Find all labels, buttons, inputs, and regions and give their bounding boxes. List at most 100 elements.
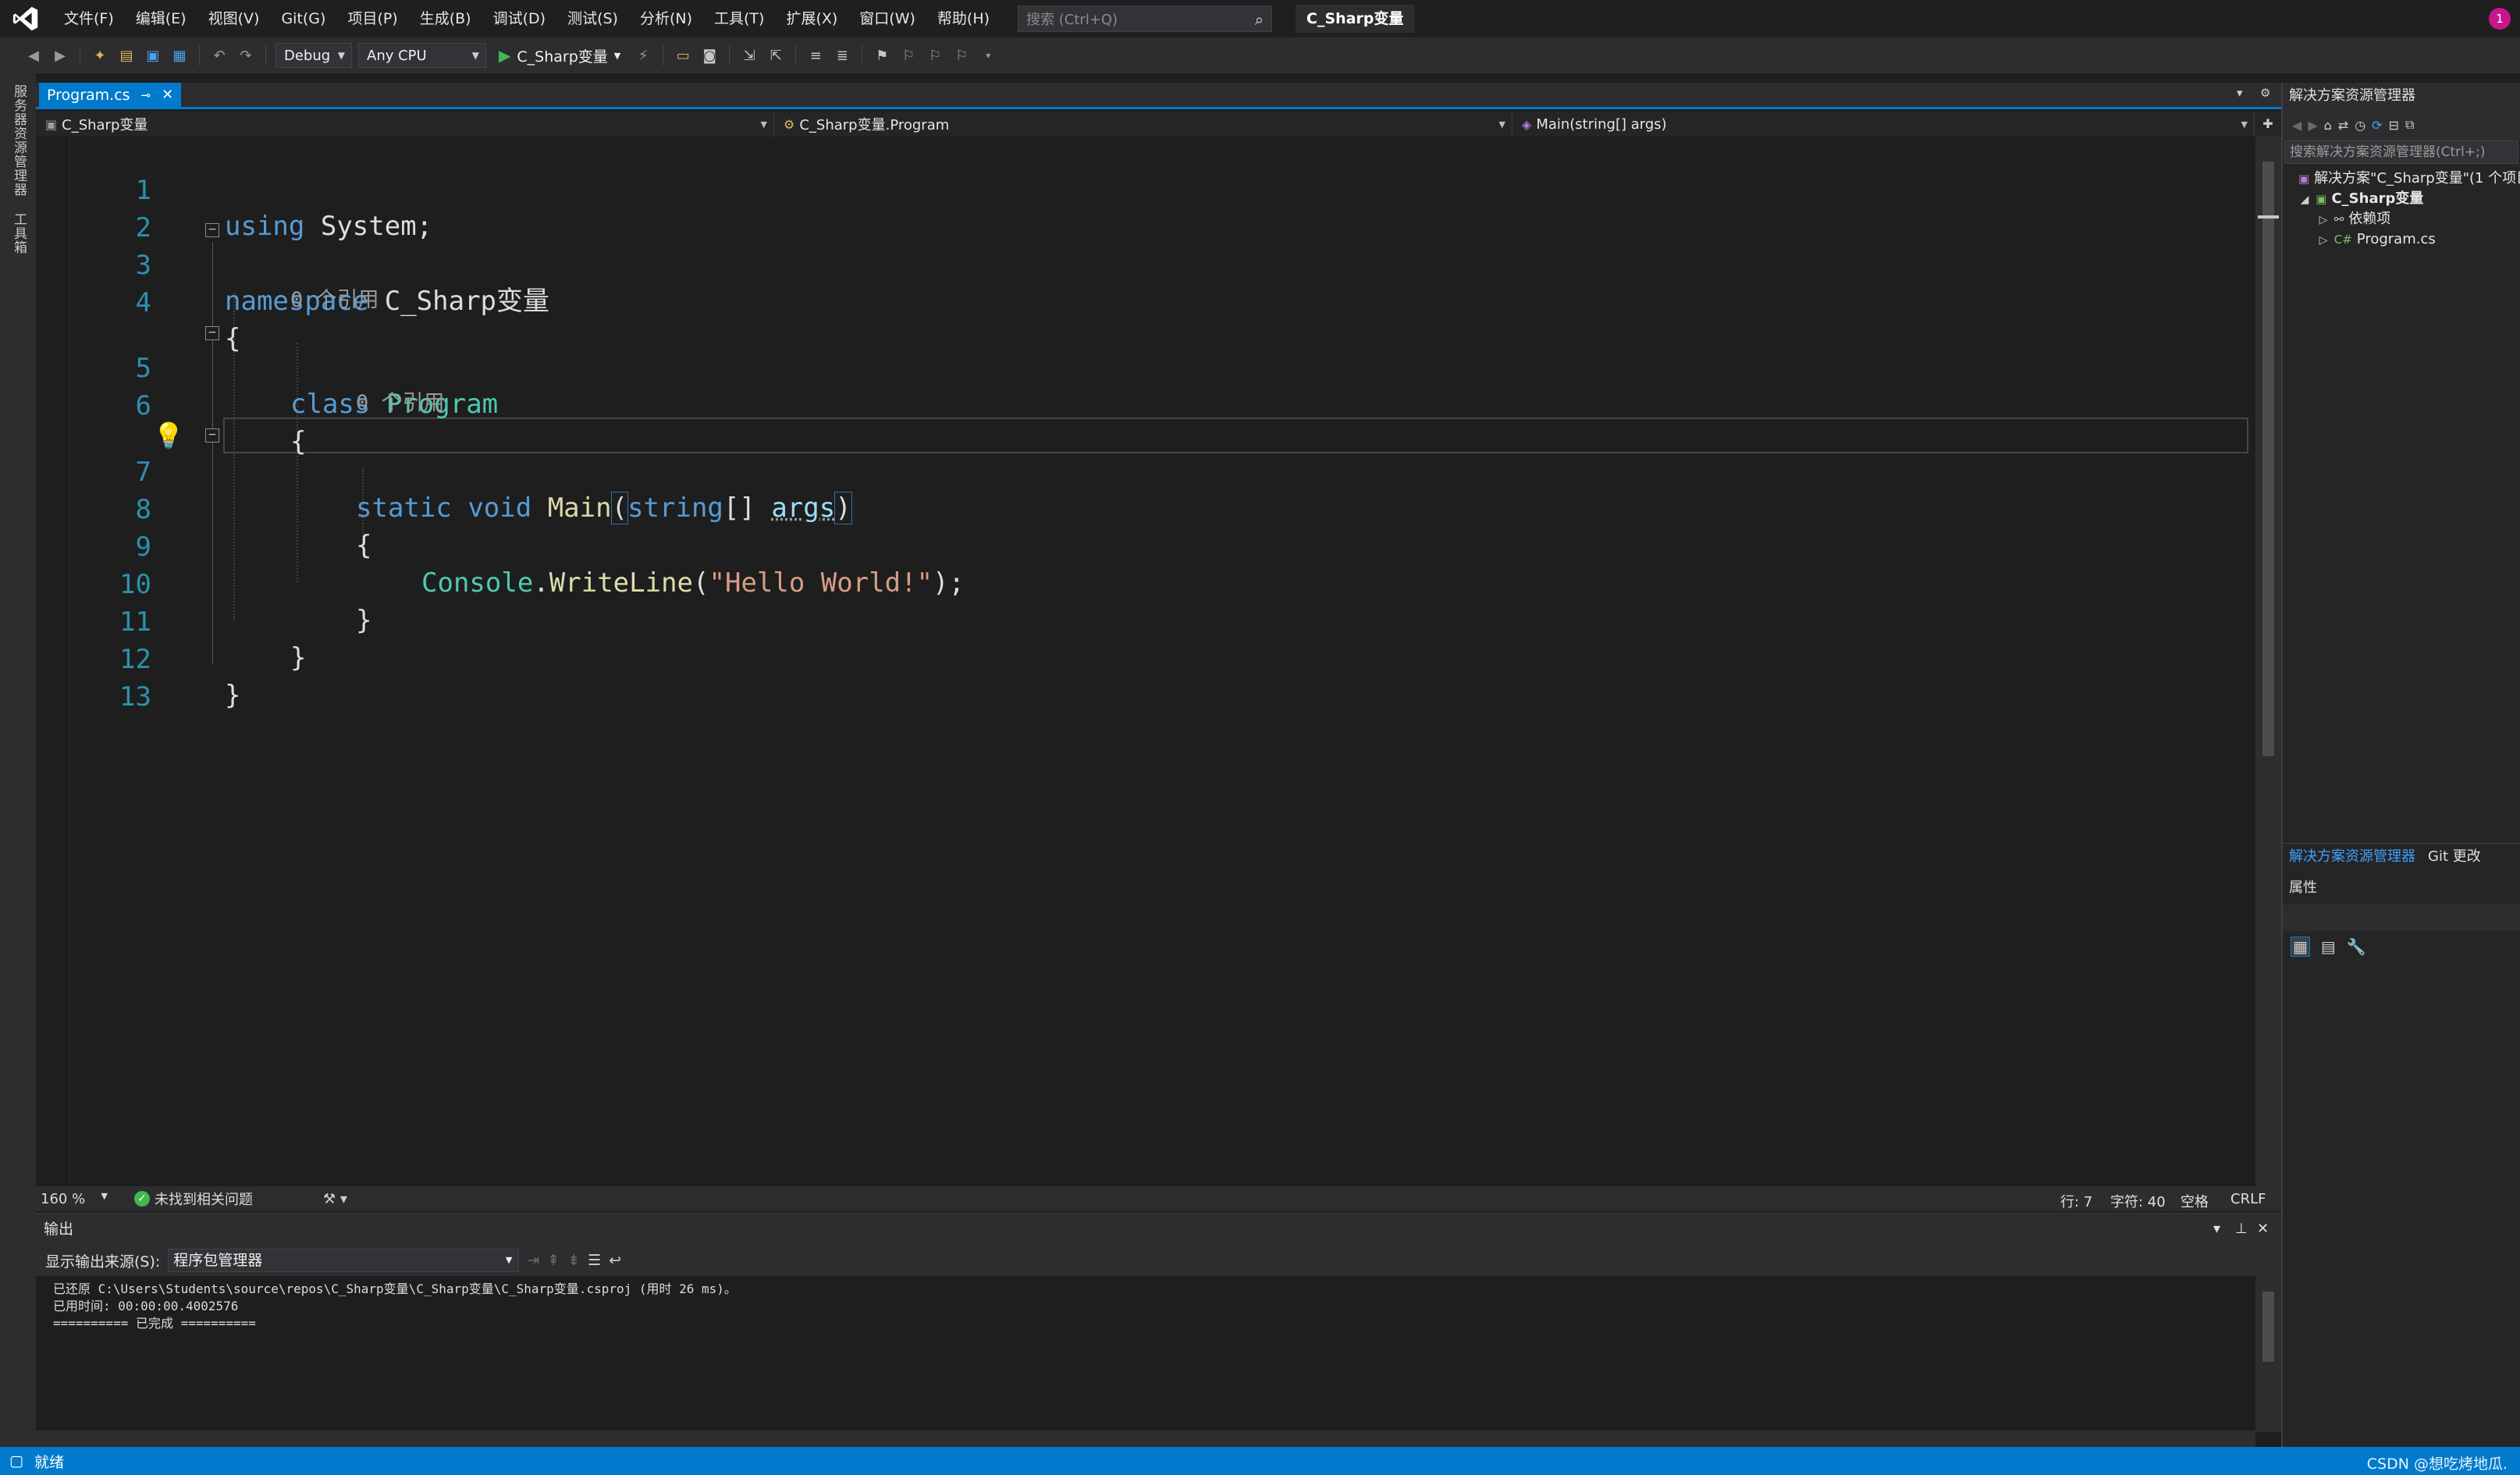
menu-git[interactable]: Git(G) [270, 0, 336, 37]
bookmark-icon[interactable]: ⚑ [872, 45, 892, 66]
line-indicator[interactable]: 行: 7 [2060, 1191, 2092, 1211]
menu-view[interactable]: 视图(V) [197, 0, 271, 37]
categorized-icon[interactable]: ▦ [2291, 937, 2310, 957]
clear-all-icon[interactable]: ☰ [588, 1252, 601, 1269]
editor-vertical-scrollbar[interactable] [2255, 137, 2281, 1186]
menu-debug[interactable]: 调试(D) [482, 0, 556, 37]
search-input[interactable]: 搜索 (Ctrl+Q) ⌕ [1018, 5, 1273, 32]
code-cleanup-icon[interactable]: ⚒ ▾ [323, 1191, 347, 1207]
save-all-icon[interactable]: ▦ [169, 45, 190, 66]
tab-program-cs[interactable]: Program.cs ⊸ ✕ [39, 83, 182, 107]
menu-window[interactable]: 窗口(W) [848, 0, 926, 37]
close-icon[interactable]: ✕ [2257, 1214, 2269, 1245]
project-dropdown[interactable]: ▣ C_Sharp变量 ▼ [36, 112, 774, 137]
whitespace-indicator[interactable]: 空格 [2181, 1191, 2209, 1211]
save-icon[interactable]: ▣ [143, 45, 163, 66]
new-item-icon[interactable]: ✦ [90, 45, 110, 66]
home-icon[interactable]: ⌂ [2324, 118, 2332, 133]
tree-node-solution[interactable]: ▣ 解决方案"C_Sharp变量"(1 个项目 [2283, 169, 2520, 189]
collapse-class-toggle[interactable]: − [205, 326, 219, 340]
codelens-references[interactable]: 0 个引用 [356, 389, 445, 418]
uncomment-icon[interactable]: ≣ [832, 45, 852, 66]
zoom-dropdown[interactable]: 160 % ▼ [36, 1191, 111, 1207]
clear-bookmarks-icon[interactable]: ⚐ [951, 45, 972, 66]
platform-dropdown[interactable]: Any CPU ▼ [358, 43, 486, 68]
output-vertical-scrollbar[interactable] [2255, 1276, 2281, 1432]
undo-icon[interactable]: ↶ [209, 45, 229, 66]
issues-indicator[interactable]: ✓ 未找到相关问题 [134, 1189, 253, 1209]
tree-node-dependencies[interactable]: ▷ ⚯ 依赖项 [2283, 209, 2520, 229]
back-icon[interactable]: ◀ [2292, 118, 2301, 133]
properties-object-dropdown[interactable] [2283, 905, 2520, 931]
notification-badge[interactable]: 1 [2489, 8, 2511, 30]
find-message-icon[interactable]: ⇥ [527, 1252, 539, 1269]
menu-project[interactable]: 项目(P) [336, 0, 408, 37]
toolbar-overflow-icon[interactable]: ▾ [978, 45, 998, 66]
visual-studio-logo-icon[interactable] [11, 4, 41, 34]
codelens-references[interactable]: 0 个引用 [290, 286, 379, 315]
open-file-icon[interactable]: ▤ [116, 45, 137, 66]
menu-extensions[interactable]: 扩展(X) [775, 0, 848, 37]
member-dropdown[interactable]: ◈ Main(string[] args) ▼ [1512, 112, 2255, 137]
menu-help[interactable]: 帮助(H) [926, 0, 1001, 37]
start-debugging-button[interactable]: ▶ C_Sharp变量 ▼ [492, 45, 627, 66]
menu-file[interactable]: 文件(F) [53, 0, 125, 37]
scrollbar-thumb[interactable] [2262, 162, 2274, 756]
scrollbar-thumb[interactable] [2262, 1292, 2274, 1362]
pin-icon[interactable]: ⊸ [141, 88, 151, 102]
property-pages-icon[interactable]: 🔧 [2347, 937, 2366, 956]
settings-gear-icon[interactable]: ⚙ [2260, 86, 2270, 100]
output-horizontal-scrollbar[interactable] [36, 1431, 2255, 1448]
pending-changes-filter-icon[interactable]: ◷ [2355, 118, 2365, 133]
hot-reload-icon[interactable]: ⚡ [633, 45, 653, 66]
switch-views-icon[interactable]: ⇄ [2338, 118, 2348, 133]
sync-icon[interactable]: ⟳ [2372, 118, 2382, 133]
alphabetical-icon[interactable]: ▤ [2321, 937, 2336, 956]
class-dropdown[interactable]: ⚙ C_Sharp变量.Program ▼ [774, 112, 1512, 137]
collapse-method-toggle[interactable]: − [205, 428, 219, 442]
screenshot-icon[interactable]: ◙ [699, 45, 720, 66]
navigate-forward-icon[interactable]: ▶ [50, 45, 70, 66]
collapse-all-icon[interactable]: ⊟ [2389, 118, 2399, 133]
tree-node-program-cs[interactable]: ▷ C# Program.cs [2283, 229, 2520, 250]
toolbox-tab[interactable]: 工具箱 [9, 212, 29, 254]
tree-node-project[interactable]: ◢ ▣ C_Sharp变量 [2283, 189, 2520, 209]
step-into-icon[interactable]: ⇲ [739, 45, 759, 66]
next-bookmark-icon[interactable]: ⚐ [925, 45, 945, 66]
redo-icon[interactable]: ↷ [236, 45, 256, 66]
tab-list-dropdown-icon[interactable]: ▾ [2237, 86, 2243, 100]
prev-message-icon[interactable]: ⇞ [547, 1252, 560, 1269]
prev-bookmark-icon[interactable]: ⚐ [898, 45, 919, 66]
line-ending-indicator[interactable]: CRLF [2230, 1191, 2266, 1207]
output-source-dropdown[interactable]: 程序包管理器 ▼ [168, 1249, 520, 1272]
solution-search-input[interactable]: 搜索解决方案资源管理器(Ctrl+;) [2284, 140, 2518, 164]
menu-tools[interactable]: 工具(T) [703, 0, 775, 37]
collapsed-triangle-icon[interactable]: ▷ [2317, 210, 2330, 230]
tab-git-changes[interactable]: Git 更改 [2422, 844, 2487, 869]
tab-solution-explorer[interactable]: 解决方案资源管理器 [2283, 844, 2422, 869]
split-editor-icon[interactable]: ✚ [2255, 112, 2281, 137]
navigate-back-icon[interactable]: ◀ [23, 45, 44, 66]
comment-icon[interactable]: ≡ [805, 45, 826, 66]
code-editor[interactable]: − − − 💡 1 using System; 2 3 namespace C_… [36, 137, 2255, 1186]
forward-icon[interactable]: ▶ [2308, 118, 2317, 133]
auto-hide-pin-icon[interactable]: ⊥ [2235, 1214, 2248, 1245]
expanded-triangle-icon[interactable]: ◢ [2298, 190, 2311, 210]
menu-build[interactable]: 生成(B) [409, 0, 482, 37]
configuration-dropdown[interactable]: Debug ▼ [275, 43, 352, 68]
menu-test[interactable]: 测试(S) [556, 0, 629, 37]
close-icon[interactable]: ✕ [162, 87, 173, 103]
collapsed-triangle-icon[interactable]: ▷ [2317, 230, 2330, 251]
menu-analyze[interactable]: 分析(N) [629, 0, 703, 37]
server-explorer-tab[interactable]: 服务器资源管理器 [9, 84, 29, 197]
open-folder-icon[interactable]: ▭ [673, 45, 693, 66]
collapse-namespace-toggle[interactable]: − [205, 223, 219, 237]
menu-edit[interactable]: 编辑(E) [125, 0, 197, 37]
show-all-files-icon[interactable]: ⧉ [2405, 117, 2414, 133]
word-wrap-icon[interactable]: ↩ [609, 1252, 621, 1269]
lightbulb-icon[interactable]: 💡 [153, 421, 184, 450]
step-over-icon[interactable]: ⇱ [766, 45, 786, 66]
char-indicator[interactable]: 字符: 40 [2110, 1191, 2166, 1211]
next-message-icon[interactable]: ⇟ [567, 1252, 580, 1269]
window-menu-dropdown-icon[interactable]: ▾ [2213, 1214, 2220, 1245]
